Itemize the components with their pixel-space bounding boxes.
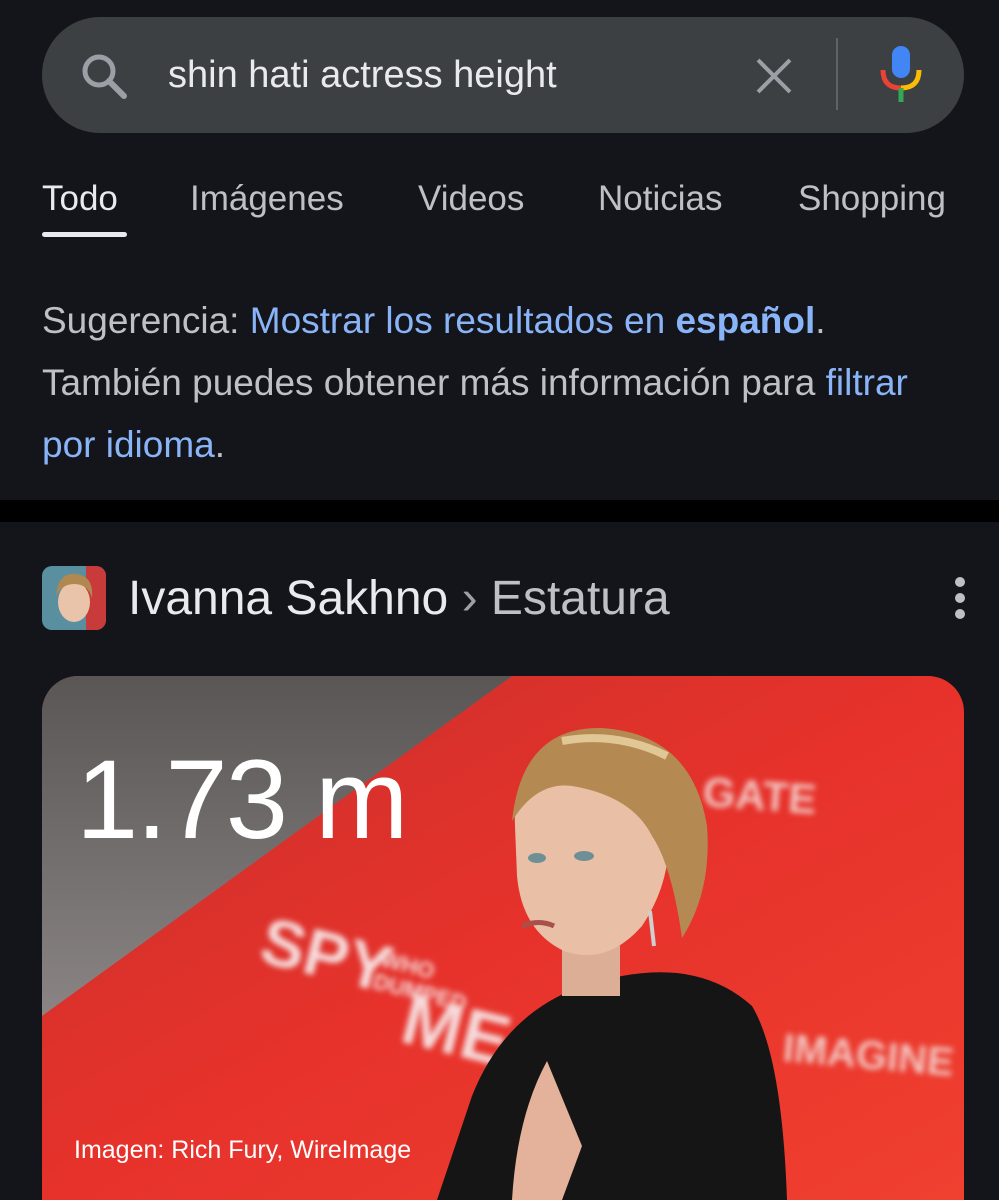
tab-videos[interactable]: Videos — [418, 176, 524, 222]
tab-shopping[interactable]: Shopping — [798, 176, 946, 222]
suggestion-prefix: Sugerencia: — [42, 300, 250, 341]
clear-icon[interactable] — [754, 56, 794, 96]
language-suggestion: Sugerencia: Mostrar los resultados en es… — [42, 300, 908, 465]
active-tab-indicator — [42, 232, 127, 237]
entity-name-link[interactable]: Ivanna Sakhno — [128, 572, 448, 625]
height-answer-card[interactable]: SPY WHO DUMPED ME GATE IMAGINE 1.73 m Im… — [42, 676, 964, 1200]
tab-imagenes[interactable]: Imágenes — [190, 176, 344, 222]
tab-noticias[interactable]: Noticias — [598, 176, 722, 222]
search-input[interactable]: shin hati actress height — [168, 52, 557, 98]
search-icon[interactable] — [78, 50, 130, 102]
image-credit: Imagen: Rich Fury, WireImage — [74, 1136, 412, 1164]
suggestion-line2: También puedes obtener más información p… — [42, 362, 826, 403]
tab-todo[interactable]: Todo — [42, 176, 118, 222]
breadcrumb-chevron: › — [461, 572, 478, 625]
section-separator — [0, 500, 999, 522]
knowledge-heading: Ivanna Sakhno › Estatura — [128, 570, 670, 628]
backdrop-text-gate: GATE — [701, 768, 818, 823]
search-divider — [836, 38, 838, 110]
mic-icon[interactable] — [878, 44, 924, 104]
entity-avatar[interactable] — [42, 566, 106, 630]
height-value: 1.73 m — [76, 737, 408, 862]
attribute-label: Estatura — [490, 572, 670, 625]
show-spanish-results-link[interactable]: Mostrar los resultados en español — [250, 300, 816, 341]
more-vert-icon[interactable] — [948, 574, 972, 622]
search-tabs: Todo Imágenes Videos Noticias Shopping — [0, 176, 999, 240]
